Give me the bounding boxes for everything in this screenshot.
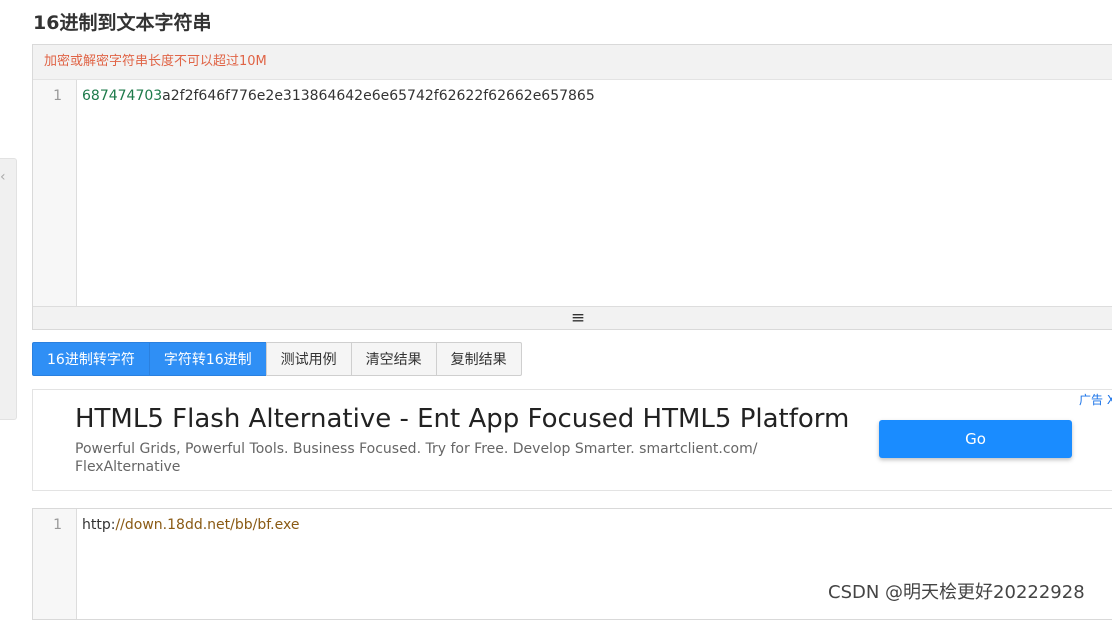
output-line-number: 1 xyxy=(53,517,62,533)
resize-handle[interactable]: ≡ xyxy=(33,306,1112,329)
ad-go-button[interactable]: Go xyxy=(879,420,1072,458)
ad-description: Powerful Grids, Powerful Tools. Business… xyxy=(75,441,758,475)
code-number-token: 687474703 xyxy=(82,88,163,104)
copy-result-button[interactable]: 复制结果 xyxy=(435,342,522,376)
line-number: 1 xyxy=(53,88,62,104)
output-protocol: http: xyxy=(82,517,116,533)
output-path: //down.18dd.net/bb/bf.exe xyxy=(115,517,300,533)
csdn-watermark: CSDN @明天桧更好20222928 xyxy=(828,582,1085,603)
length-notice: 加密或解密字符串长度不可以超过10M xyxy=(33,45,1112,80)
hex-to-text-button[interactable]: 16进制转字符 xyxy=(32,342,150,376)
hamburger-icon: ≡ xyxy=(570,308,586,328)
input-code-line[interactable]: 687474703a2f2f646f776e2e313864642e6e6574… xyxy=(82,88,595,104)
chevron-left-icon: ‹ xyxy=(0,169,6,185)
output-code-line[interactable]: http://down.18dd.net/bb/bf.exe xyxy=(82,517,299,533)
ad-banner[interactable]: HTML5 Flash Alternative - Ent App Focuse… xyxy=(32,389,1112,491)
code-text-token: a2f2f646f776e2e313864642e6e65742f62622f6… xyxy=(162,88,595,104)
output-line-gutter: 1 xyxy=(33,509,77,619)
input-editor[interactable]: 加密或解密字符串长度不可以超过10M 1 687474703a2f2f646f7… xyxy=(32,44,1112,330)
clear-result-button[interactable]: 清空结果 xyxy=(350,342,437,376)
ad-close-label[interactable]: 广告 X xyxy=(1079,391,1112,408)
side-collapse-tab[interactable]: ‹ xyxy=(0,158,17,420)
ad-title[interactable]: HTML5 Flash Alternative - Ent App Focuse… xyxy=(75,404,849,434)
action-button-group: 16进制转字符 字符转16进制 测试用例 清空结果 复制结果 xyxy=(32,342,522,376)
text-to-hex-button[interactable]: 字符转16进制 xyxy=(148,342,267,376)
input-code-area[interactable]: 1 687474703a2f2f646f776e2e313864642e6e65… xyxy=(33,80,1112,306)
page-title: 16进制到文本字符串 xyxy=(33,12,212,34)
test-case-button[interactable]: 测试用例 xyxy=(265,342,352,376)
line-gutter: 1 xyxy=(33,80,77,306)
